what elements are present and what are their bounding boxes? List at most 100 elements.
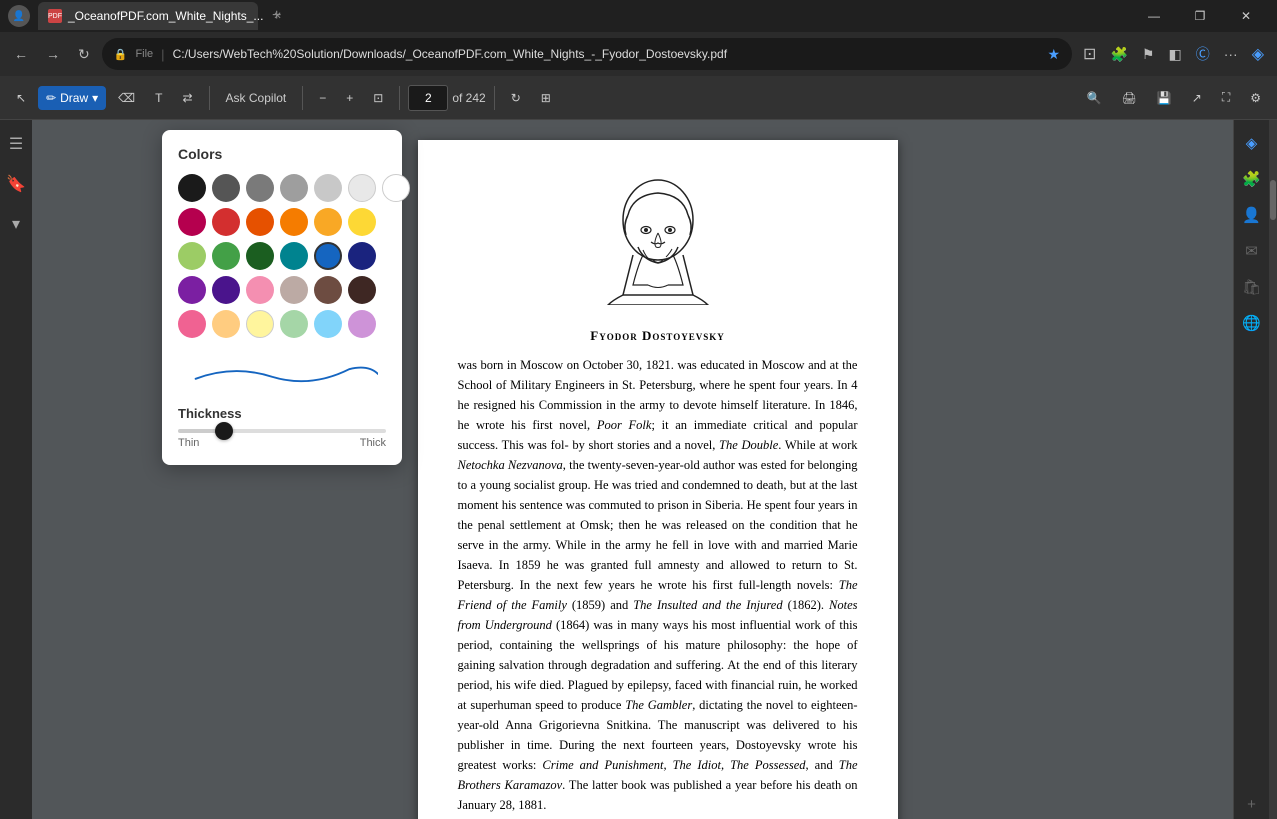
color-swatch-orange[interactable] — [246, 208, 274, 236]
pdf-settings-button[interactable]: ⚙ — [1242, 86, 1269, 110]
toolbar-separator-3 — [399, 86, 400, 110]
eraser-icon: ⌫ — [118, 91, 135, 105]
draw-tool-button[interactable]: ✏ Draw ▾ — [38, 86, 106, 110]
stroke-preview-svg — [186, 359, 378, 389]
sidebar-bookmark-icon[interactable]: 🔖 — [0, 168, 32, 200]
color-swatch-crimson[interactable] — [178, 208, 206, 236]
more-menu-button[interactable]: ··· — [1219, 42, 1243, 66]
color-swatch-black[interactable] — [178, 174, 206, 202]
color-swatch-mint[interactable] — [280, 310, 308, 338]
user-sidebar-icon[interactable]: 👤 — [1236, 200, 1267, 230]
color-swatch-red[interactable] — [212, 208, 240, 236]
forward-button[interactable]: → — [40, 42, 66, 66]
color-swatch-dark-purple[interactable] — [212, 276, 240, 304]
color-swatch-dark-brown[interactable] — [348, 276, 376, 304]
sidebar-dropdown-icon[interactable]: ▾ — [6, 208, 26, 240]
color-swatch-amber[interactable] — [280, 208, 308, 236]
pdf-search-button[interactable]: 🔍 — [1079, 86, 1110, 110]
color-swatch-blue[interactable] — [314, 242, 342, 270]
color-swatch-brown[interactable] — [314, 276, 342, 304]
translate-sidebar-icon[interactable]: 🌐 — [1236, 308, 1267, 338]
sidebar-menu-icon[interactable]: ☰ — [3, 128, 29, 160]
collections-button[interactable]: ⚑ — [1137, 42, 1160, 67]
file-label: File — [135, 48, 153, 60]
color-swatch-dark-green[interactable] — [246, 242, 274, 270]
scrollbar-thumb[interactable] — [1270, 180, 1276, 220]
color-swatch-green[interactable] — [212, 242, 240, 270]
stroke-preview — [178, 354, 386, 394]
extensions-sidebar-icon[interactable]: 🧩 — [1236, 164, 1267, 194]
extensions-button[interactable]: 🧩 — [1105, 42, 1132, 67]
pdf-print-button[interactable]: 🖨 — [1114, 86, 1145, 110]
text-tool-button[interactable]: T — [147, 86, 170, 110]
color-swatch-off-white[interactable] — [348, 174, 376, 202]
zoom-out-button[interactable]: − — [311, 86, 334, 110]
rotate-button[interactable]: ↻ — [503, 86, 529, 110]
color-swatch-white[interactable] — [382, 174, 410, 202]
copilot-icon[interactable]: ◈ — [1247, 40, 1269, 68]
color-swatch-teal[interactable] — [280, 242, 308, 270]
color-swatch-medium-gray[interactable] — [246, 174, 274, 202]
color-picker-popup: Colors — [162, 130, 402, 465]
cursor-tool-button[interactable]: ↖ — [8, 86, 34, 110]
fit-page-button[interactable]: ⊡ — [365, 86, 391, 110]
outlook-sidebar-icon[interactable]: ✉ — [1239, 236, 1264, 266]
url-bar[interactable]: 🔒 File | C:/Users/WebTech%20Solution/Dow… — [102, 38, 1072, 70]
maximize-button[interactable]: ❐ — [1177, 0, 1223, 32]
translate-icon: ⇄ — [182, 91, 192, 105]
thickness-max-label: Thick — [360, 437, 386, 449]
split-view-button[interactable]: ⊡ — [1078, 40, 1101, 68]
addressbar-actions: ⊡ 🧩 ⚑ ◧ Ⓒ ··· ◈ — [1078, 40, 1269, 68]
url-text: C:/Users/WebTech%20Solution/Downloads/_O… — [173, 47, 1040, 61]
vertical-scrollbar[interactable] — [1269, 120, 1277, 819]
add-sidebar-icon[interactable]: + — [1241, 790, 1262, 819]
thickness-slider[interactable] — [178, 429, 386, 433]
copilot-sidebar-icon[interactable]: ◈ — [1240, 128, 1264, 158]
color-swatch-light-gray[interactable] — [314, 174, 342, 202]
toolbar-separator-4 — [494, 86, 495, 110]
color-swatch-peach[interactable] — [212, 310, 240, 338]
pdf-save-button[interactable]: 💾 — [1149, 86, 1180, 110]
color-swatch-sky-blue[interactable] — [314, 310, 342, 338]
close-button[interactable]: ✕ — [1223, 0, 1269, 32]
color-swatch-rose[interactable] — [246, 276, 274, 304]
color-swatch-pink[interactable] — [178, 310, 206, 338]
refresh-button[interactable]: ↻ — [72, 42, 96, 67]
url-separator: | — [161, 47, 164, 62]
color-swatch-tan[interactable] — [280, 276, 308, 304]
translate-button[interactable]: ⇄ — [174, 86, 200, 110]
color-swatch-yellow[interactable] — [348, 208, 376, 236]
copilot-address-button[interactable]: Ⓒ — [1191, 40, 1215, 68]
color-swatch-dark-gray[interactable] — [212, 174, 240, 202]
sidebar-toggle-button[interactable]: ◧ — [1163, 42, 1186, 67]
color-swatch-lime[interactable] — [178, 242, 206, 270]
page-number-input[interactable] — [408, 85, 448, 111]
toolbar-separator-2 — [302, 86, 303, 110]
favorite-star-icon[interactable]: ★ — [1047, 46, 1060, 63]
minimize-button[interactable]: — — [1131, 0, 1177, 32]
back-button[interactable]: ← — [8, 42, 34, 66]
main-area: ☰ 🔖 ▾ Colors — [0, 120, 1277, 819]
shopping-sidebar-icon[interactable]: 🛍 — [1236, 272, 1267, 302]
share-button[interactable]: ↗ — [1184, 86, 1210, 110]
active-tab[interactable]: PDF _OceanofPDF.com_White_Nights_... ✕ — [38, 2, 258, 30]
color-swatch-purple[interactable] — [178, 276, 206, 304]
new-tab-button[interactable]: + — [266, 7, 287, 25]
page-count: of 242 — [452, 91, 485, 105]
user-avatar[interactable]: 👤 — [8, 5, 30, 27]
thickness-range-labels: Thin Thick — [178, 437, 386, 449]
portrait-svg — [578, 175, 738, 305]
color-swatch-navy[interactable] — [348, 242, 376, 270]
fullscreen-button[interactable]: ⛶ — [1214, 85, 1238, 110]
pdf-area[interactable]: Colors — [32, 120, 1233, 819]
color-swatch-lavender[interactable] — [348, 310, 376, 338]
page-sidebar-button[interactable]: ⊞ — [533, 86, 559, 110]
eraser-tool-button[interactable]: ⌫ — [110, 86, 143, 110]
color-swatch-yellow-orange[interactable] — [314, 208, 342, 236]
zoom-in-button[interactable]: + — [338, 86, 361, 110]
pdf-text-content: Fyodor Dostoyevsky was born in Moscow on… — [458, 326, 858, 815]
thickness-thumb[interactable] — [215, 422, 233, 440]
color-swatch-light-yellow[interactable] — [246, 310, 274, 338]
color-swatch-gray[interactable] — [280, 174, 308, 202]
ask-copilot-button[interactable]: Ask Copilot — [218, 86, 295, 110]
